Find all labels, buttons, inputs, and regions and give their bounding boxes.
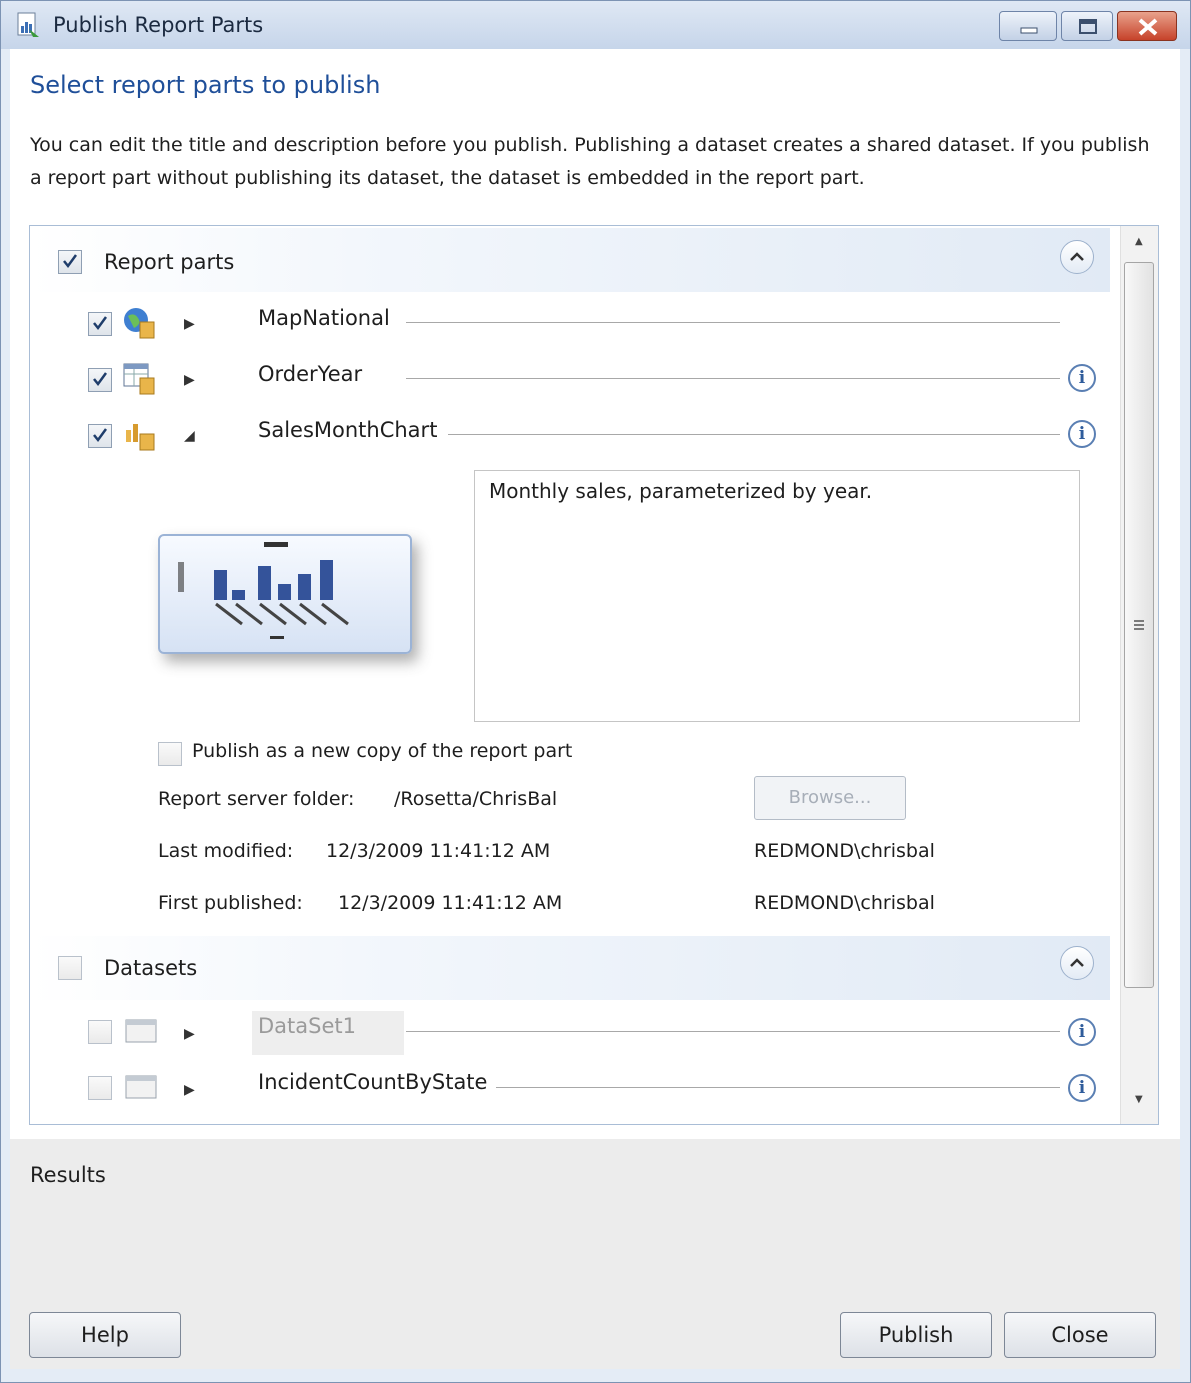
maximize-button[interactable] [1061, 11, 1113, 41]
grip-icon [1134, 620, 1144, 630]
report-part-name[interactable]: SalesMonthChart [258, 418, 437, 442]
dataset-checkbox[interactable] [88, 1020, 112, 1044]
divider-line [406, 1031, 1060, 1032]
dataset-icon [124, 1016, 160, 1050]
dataset-icon [124, 1072, 160, 1106]
browse-button[interactable]: Browse... [754, 776, 906, 820]
publish-new-copy-label[interactable]: Publish as a new copy of the report part [192, 740, 572, 762]
checkmark-icon [93, 372, 108, 387]
dataset-checkbox[interactable] [88, 1076, 112, 1100]
close-window-button[interactable] [1117, 11, 1177, 41]
close-button[interactable]: Close [1004, 1312, 1156, 1358]
chevron-up-icon [1070, 958, 1084, 967]
divider-line [448, 434, 1060, 435]
divider-line [496, 1087, 1060, 1088]
parts-panel: Report parts ▶ MapNational ▶ OrderYear i… [29, 225, 1159, 1125]
scroll-down-icon[interactable]: ▼ [1135, 1094, 1143, 1105]
report-parts-collapse-button[interactable] [1060, 240, 1094, 274]
collapse-arrow-icon[interactable]: ◢ [184, 428, 195, 444]
report-part-thumbnail [158, 534, 412, 654]
minimize-button[interactable] [999, 11, 1057, 41]
checkmark-icon [63, 254, 78, 269]
app-icon [15, 11, 41, 39]
divider-line [406, 378, 1060, 379]
help-button[interactable]: Help [29, 1312, 181, 1358]
publish-report-parts-dialog: Publish Report Parts Select report parts… [0, 0, 1191, 1383]
expand-arrow-icon[interactable]: ▶ [184, 372, 195, 388]
last-modified-by: REDMOND\chrisbal [754, 840, 935, 862]
results-area: Results Help Publish Close [10, 1139, 1180, 1369]
publish-button[interactable]: Publish [840, 1312, 992, 1358]
report-parts-checkbox[interactable] [58, 250, 82, 274]
chart-icon [122, 418, 158, 452]
minimize-icon [1020, 27, 1038, 34]
report-part-name[interactable]: MapNational [258, 306, 390, 330]
folder-value: /Rosetta/ChrisBal [394, 788, 558, 810]
title-bar: Publish Report Parts [1, 1, 1190, 49]
info-icon[interactable]: i [1068, 1018, 1096, 1046]
last-modified-label: Last modified: [158, 840, 294, 862]
tablix-icon [122, 362, 158, 396]
report-part-name[interactable]: OrderYear [258, 362, 362, 386]
scrollbar-thumb[interactable] [1124, 262, 1154, 988]
divider-line [406, 322, 1060, 323]
first-published-by: REDMOND\chrisbal [754, 892, 935, 914]
folder-label: Report server folder: [158, 788, 355, 810]
first-published-value: 12/3/2009 11:41:12 AM [338, 892, 563, 914]
window-title: Publish Report Parts [53, 13, 264, 37]
report-part-checkbox[interactable] [88, 368, 112, 392]
map-icon [122, 306, 158, 340]
expand-arrow-icon[interactable]: ▶ [184, 1082, 195, 1098]
chevron-up-icon [1070, 252, 1084, 261]
datasets-collapse-button[interactable] [1060, 946, 1094, 980]
info-icon[interactable]: i [1068, 364, 1096, 392]
description-text: Monthly sales, parameterized by year. [489, 479, 873, 503]
datasets-group-header: Datasets [30, 936, 1110, 1000]
vertical-scrollbar[interactable]: ▲ ▼ [1120, 226, 1158, 1124]
datasets-checkbox[interactable] [58, 956, 82, 980]
checkmark-icon [93, 316, 108, 331]
expand-arrow-icon[interactable]: ▶ [184, 1026, 195, 1042]
report-parts-label: Report parts [104, 250, 235, 274]
report-part-checkbox[interactable] [88, 424, 112, 448]
dialog-content: Select report parts to publish You can e… [10, 49, 1180, 1139]
publish-new-copy-checkbox[interactable] [158, 742, 182, 766]
info-icon[interactable]: i [1068, 420, 1096, 448]
info-icon[interactable]: i [1068, 1074, 1096, 1102]
expand-arrow-icon[interactable]: ▶ [184, 316, 195, 332]
page-heading: Select report parts to publish [30, 71, 381, 99]
results-label: Results [30, 1163, 106, 1187]
report-part-checkbox[interactable] [88, 312, 112, 336]
close-icon [1138, 18, 1158, 36]
maximize-icon [1079, 19, 1097, 34]
chart-thumbnail-icon [178, 542, 349, 639]
first-published-label: First published: [158, 892, 303, 914]
report-parts-group-header: Report parts [30, 228, 1110, 292]
datasets-label: Datasets [104, 956, 198, 980]
description-textarea[interactable]: Monthly sales, parameterized by year. [474, 470, 1080, 722]
checkmark-icon [93, 428, 108, 443]
dataset-name[interactable]: DataSet1 [258, 1014, 356, 1038]
instructions-text: You can edit the title and description b… [30, 134, 1150, 189]
dataset-name[interactable]: IncidentCountByState [258, 1070, 487, 1094]
scroll-up-icon[interactable]: ▲ [1135, 236, 1143, 247]
last-modified-value: 12/3/2009 11:41:12 AM [326, 840, 551, 862]
